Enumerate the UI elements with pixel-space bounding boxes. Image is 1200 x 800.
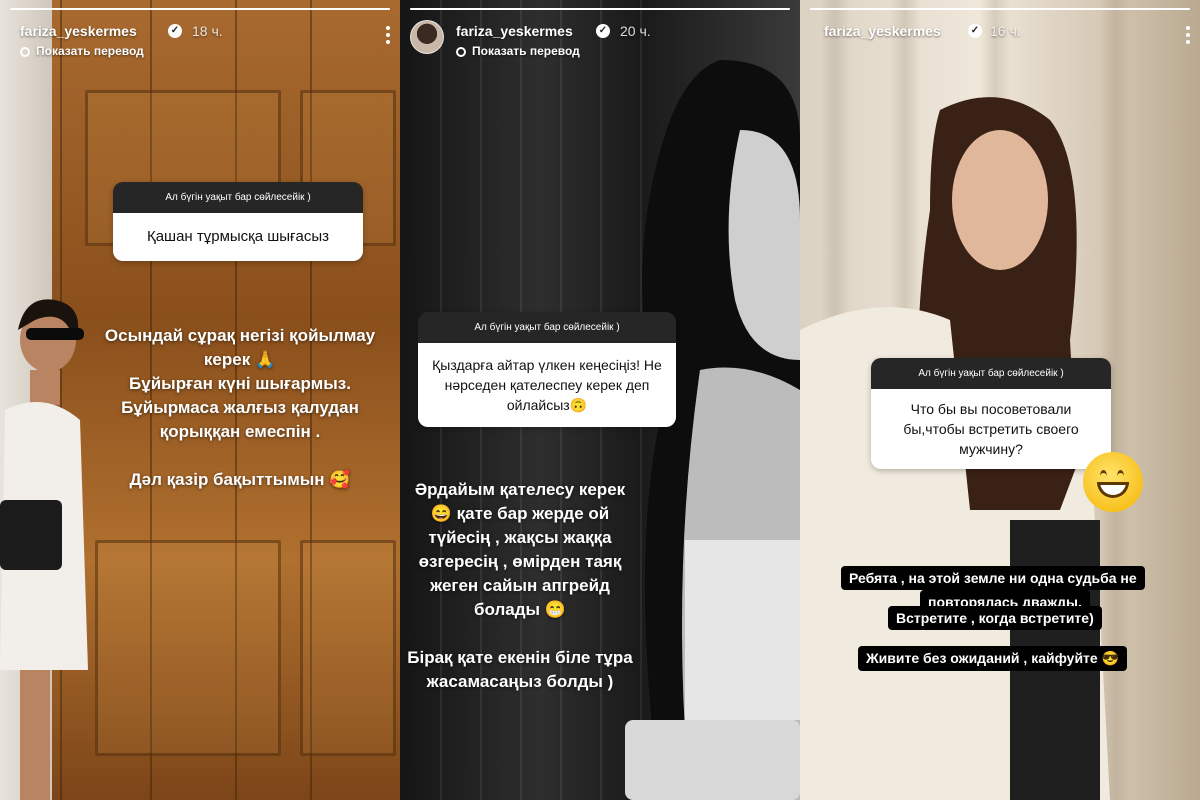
- question-sticker-header: Ал бүгін уақыт бар сөйлесейік ): [418, 312, 676, 343]
- door-panel: [300, 540, 396, 756]
- username[interactable]: fariza_yeskermes: [824, 23, 941, 39]
- question-sticker-header: Ал бүгін уақыт бар сөйлесейік ): [113, 182, 363, 213]
- question-sticker[interactable]: Ал бүгін уақыт бар сөйлесейік ) Что бы в…: [871, 358, 1111, 469]
- translate-icon: [456, 47, 466, 57]
- story-header: fariza_yeskermes ✓ 16 ч.: [810, 16, 1192, 62]
- grinning-face-sticker-icon: [1083, 452, 1143, 512]
- story-panel-2[interactable]: fariza_yeskermes ✓ 20 ч. Показать перево…: [400, 0, 800, 800]
- more-options-icon[interactable]: [386, 26, 390, 47]
- username[interactable]: fariza_yeskermes: [20, 23, 137, 39]
- avatar[interactable]: [410, 20, 444, 54]
- show-translation-label: Показать перевод: [36, 44, 144, 58]
- answer-text: Осындай сұрақ негізі қойылмау керек 🙏 Бұ…: [104, 326, 376, 489]
- answer-line: Живите без ожиданий , кайфуйте 😎: [858, 646, 1128, 671]
- more-options-icon[interactable]: [1186, 26, 1190, 47]
- verified-badge-icon: ✓: [968, 24, 982, 38]
- story-header: fariza_yeskermes ✓ 20 ч. Показать перево…: [410, 16, 792, 62]
- answer-text: Әрдайым қателесу керек 😄 қате бар жерде …: [407, 480, 633, 691]
- question-sticker[interactable]: Ал бүгін уақыт бар сөйлесейік ) Қашан тұ…: [113, 182, 363, 261]
- show-translation-link[interactable]: Показать перевод: [20, 44, 144, 58]
- story-header: fariza_yeskermes ✓ 18 ч. Показать перево…: [10, 16, 392, 62]
- question-text: Қашан тұрмысқа шығасыз: [113, 213, 363, 261]
- door-panel: [95, 540, 281, 756]
- story-progress-bar: [410, 8, 790, 10]
- question-sticker[interactable]: Ал бүгін уақыт бар сөйлесейік ) Қыздарға…: [418, 312, 676, 427]
- question-text: Что бы вы посоветовали бы,чтобы встретит…: [871, 389, 1111, 469]
- story-time: 18 ч.: [192, 23, 223, 39]
- story-progress-bar: [10, 8, 390, 10]
- verified-badge-icon: ✓: [168, 24, 182, 38]
- verified-badge-icon: ✓: [596, 24, 610, 38]
- show-translation-label: Показать перевод: [472, 44, 580, 58]
- story-time: 20 ч.: [620, 23, 651, 39]
- story-progress-bar: [810, 8, 1190, 10]
- show-translation-link[interactable]: Показать перевод: [456, 44, 580, 58]
- story-panel-3[interactable]: fariza_yeskermes ✓ 16 ч. Ал бүгін уақыт …: [800, 0, 1200, 800]
- username[interactable]: fariza_yeskermes: [456, 23, 573, 39]
- translate-icon: [20, 47, 30, 57]
- story-panel-1[interactable]: fariza_yeskermes ✓ 18 ч. Показать перево…: [0, 0, 400, 800]
- question-text: Қыздарға айтар үлкен кеңесіңіз! Не нәрсе…: [418, 343, 676, 427]
- story-time: 16 ч.: [990, 23, 1021, 39]
- answer-line: Встретите , когда встретите): [888, 606, 1102, 630]
- question-sticker-header: Ал бүгін уақыт бар сөйлесейік ): [871, 358, 1111, 389]
- answer-line: Ребята , на этой земле ни одна судьба не: [841, 566, 1145, 590]
